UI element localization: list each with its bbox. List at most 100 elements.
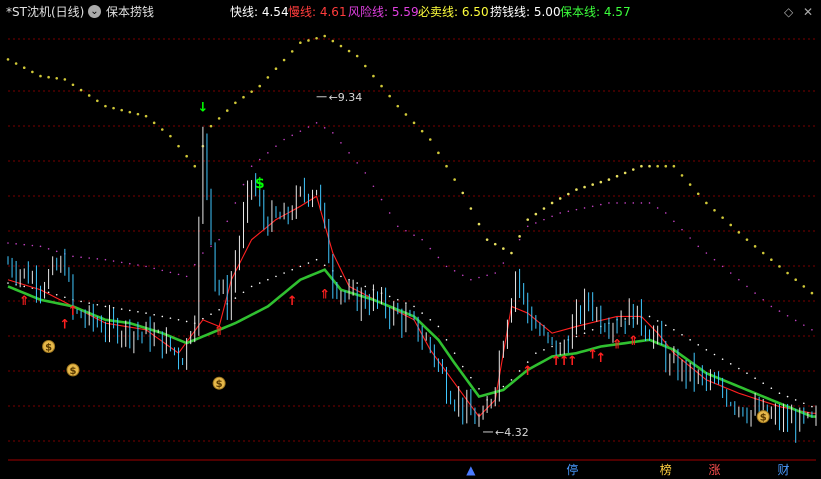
sell-point [721, 216, 724, 219]
risk-point [372, 185, 375, 188]
fish-point [518, 370, 521, 372]
indicator-name[interactable]: 保本捞钱 [106, 4, 154, 20]
sell-point [688, 183, 692, 186]
sell-point [193, 164, 197, 168]
sell-point [485, 238, 489, 241]
sell-point [185, 154, 188, 158]
risk-point [648, 202, 651, 204]
sell-point [786, 271, 789, 275]
money-bag-label: $ [760, 413, 767, 424]
risk-point [242, 183, 245, 186]
bottom-tag-2: 榜 [660, 462, 672, 477]
sell-point [63, 78, 67, 81]
diamond-icon[interactable]: ◇ [784, 6, 796, 18]
sell-point [761, 251, 765, 255]
fish-point [169, 317, 172, 319]
fish-point [129, 309, 131, 312]
fish-point [811, 405, 813, 408]
sell-point [510, 251, 513, 255]
close-icon[interactable]: ✕ [803, 6, 815, 18]
fish-point [746, 372, 748, 375]
risk-point [218, 238, 220, 241]
sell-point [778, 265, 781, 268]
risk-point [624, 202, 626, 204]
risk-point [332, 132, 334, 134]
fish-point [161, 315, 164, 318]
fish-point [461, 365, 464, 368]
risk-point [778, 310, 781, 312]
sell-point [493, 242, 497, 246]
fish-point [218, 308, 220, 311]
sell-point [461, 191, 465, 195]
chart-area[interactable]: ⇑↑↑↓$⇑↑ ⇑↑↑↑↑ ↑↑⇑ ⇑$$$$ ←9.34←4.32▲ 停榜涨财 [0, 0, 821, 479]
sell-point [364, 64, 367, 68]
risk-point [608, 202, 610, 204]
risk-point [396, 225, 399, 228]
fish-point [234, 297, 237, 299]
risk-point [193, 263, 196, 266]
risk-point [583, 207, 586, 209]
fish-point [697, 344, 700, 346]
sell-point [282, 58, 286, 62]
fish-point [80, 300, 82, 303]
high-label: ←9.34 [329, 91, 363, 104]
risk-point [23, 243, 26, 246]
risk-point [811, 329, 813, 331]
fish-point [315, 258, 318, 261]
sell-point [112, 106, 115, 110]
money-bag-label: $ [69, 366, 76, 377]
sell-point [266, 76, 270, 79]
risk-point [283, 138, 285, 141]
fish-point [396, 298, 399, 301]
fish-point [510, 379, 513, 381]
risk-point [96, 258, 99, 260]
risk-point [600, 203, 602, 206]
risk-point [55, 250, 58, 253]
sell-point [388, 94, 391, 98]
risk-point [129, 262, 131, 265]
risk-point [470, 278, 472, 281]
risk-point [421, 238, 423, 241]
sell-point [160, 128, 164, 131]
risk-point [137, 264, 139, 266]
signal-buy: ↑ [567, 354, 578, 369]
sell-point [250, 90, 253, 93]
sell-point [412, 121, 416, 125]
fish-point [575, 335, 578, 338]
fish-point [721, 358, 724, 360]
fish-point [583, 332, 586, 334]
sell-point [339, 44, 343, 48]
sell-point [583, 185, 586, 189]
risk-point [291, 134, 294, 137]
risk-point [250, 165, 253, 168]
bottom-tag-1: 停 [566, 462, 578, 477]
fish-point [307, 262, 310, 264]
sell-point [274, 67, 278, 71]
sell-point [315, 36, 318, 40]
fish-point [55, 293, 58, 296]
chevron-down-icon[interactable]: ⌄ [88, 5, 101, 18]
sell-point [445, 164, 448, 168]
risk-point [640, 202, 643, 204]
sell-point [599, 180, 603, 184]
sell-point [217, 117, 221, 120]
sell-point [87, 94, 91, 97]
signal-green_down: ↓ [197, 100, 208, 115]
risk-point [803, 324, 805, 326]
risk-point [697, 245, 700, 248]
risk-point [7, 242, 9, 244]
risk-point [202, 252, 204, 254]
sell-point [696, 192, 700, 196]
sell-point [234, 101, 237, 105]
risk-point [461, 274, 464, 277]
sell-point [177, 144, 180, 148]
fish-point [120, 308, 123, 310]
fish-point [478, 387, 480, 390]
risk-point [104, 258, 107, 261]
label-group: ←9.34 ←4.32 ▲ 停 榜 涨 财 [316, 91, 790, 477]
fish-point [112, 306, 115, 309]
signal-buy_double: ⇑ [612, 337, 623, 352]
risk-point [705, 252, 708, 254]
risk-point [39, 245, 42, 248]
risk-point [315, 122, 318, 124]
